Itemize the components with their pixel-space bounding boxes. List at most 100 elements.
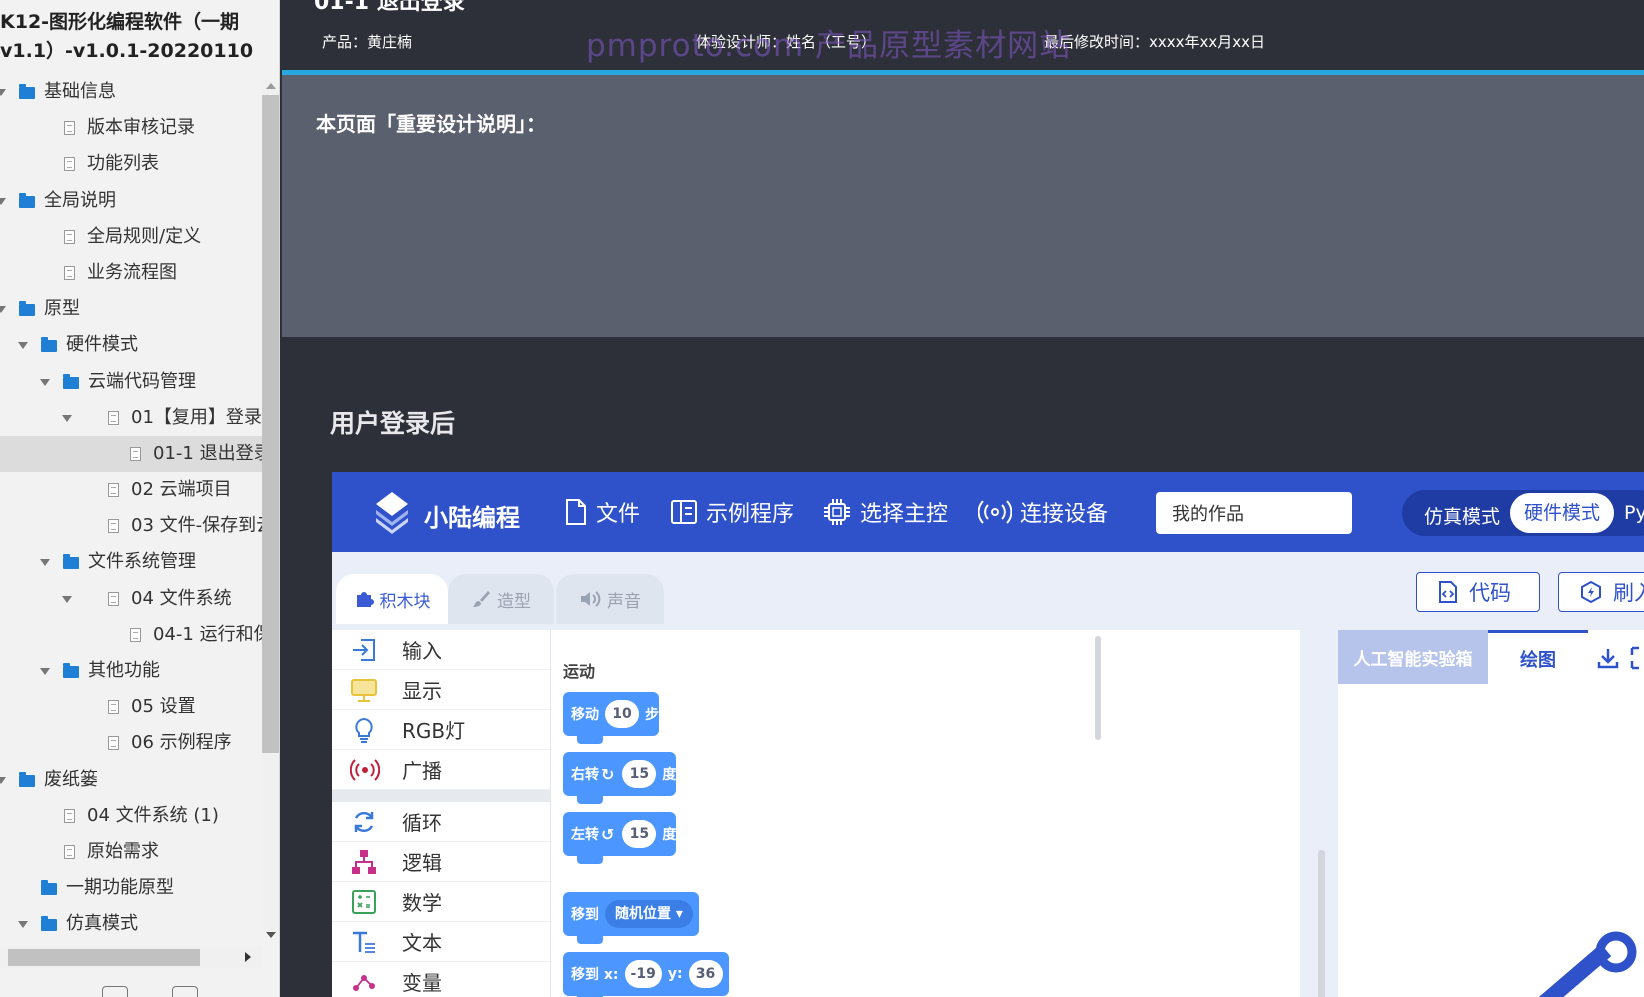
tab-blocks-label: 积木块 [379,591,431,612]
palette-scrollbar[interactable] [1095,636,1101,740]
expand-triangle-icon[interactable] [0,776,6,784]
expand-triangle-icon[interactable] [40,668,50,675]
menu-examples[interactable]: 示例程序 [670,495,794,529]
sitemap-item[interactable]: 04 文件系统 [0,581,262,617]
category-loop[interactable]: 循环 [332,802,550,842]
expand-triangle-icon[interactable] [40,559,50,567]
tab-blocks[interactable]: 积木块 [336,574,448,624]
tab-costume[interactable]: 造型 [448,574,554,624]
category-text[interactable]: 文本 [332,922,550,962]
block-turn-left-value[interactable]: 15 [622,820,657,848]
sitemap-item[interactable]: 功能列表 [0,146,262,182]
menu-file[interactable]: 文件 [564,495,640,529]
category-math[interactable]: 数学 [332,882,550,922]
sitemap-item[interactable]: 原型 [0,291,262,327]
sitemap-item[interactable]: 仿真模式 [0,906,262,942]
expand-triangle-icon[interactable] [18,342,28,350]
mode-simulation[interactable]: 仿真模式 [1424,502,1500,529]
expand-triangle-icon[interactable] [0,306,6,314]
mode-python[interactable]: Pyt [1624,502,1644,524]
tab-sound[interactable]: 声音 [556,574,664,624]
sitemap-item[interactable]: 原始需求 [0,834,262,870]
sitemap-item-label: 一期功能原型 [66,877,174,899]
sitemap-item[interactable]: 03 文件-保存到云 [0,508,274,544]
sitemap-item[interactable]: 04-1 运行和保 [0,617,272,653]
tab-ai-lab-box[interactable]: 人工智能实验箱 [1338,630,1488,684]
block-turn-right[interactable]: 右转 ↻ 15 度 [563,752,677,804]
design-notes-panel: 本页面「重要设计说明」： [282,75,1644,337]
code-button[interactable]: 代码 [1416,572,1540,612]
block-goto-x-value[interactable]: -19 [624,960,662,988]
sitemap-item[interactable]: 06 示例程序 [0,725,262,761]
sitemap-item[interactable]: 硬件模式 [0,327,262,363]
category-math-label: 数学 [402,891,442,915]
download-icon[interactable] [1596,646,1620,670]
sitemap-item[interactable]: 02 云端项目 [0,472,262,508]
tab-sound-label: 声音 [607,591,641,612]
sitemap-item[interactable]: 文件系统管理 [0,544,262,580]
category-display[interactable]: 显示 [332,670,550,710]
expand-triangle-icon[interactable] [0,197,6,205]
sitemap-item[interactable]: 04 文件系统 (1) [0,798,262,834]
sitemap-item[interactable]: 其他功能 [0,653,262,689]
sitemap-item[interactable]: 全局规则/定义 [0,219,262,255]
expand-triangle-icon[interactable] [62,414,72,422]
sitemap-item[interactable]: 云端代码管理 [0,364,262,400]
sitemap-horizontal-scroll-thumb[interactable] [8,949,200,966]
scroll-up-arrow-icon[interactable] [266,83,276,89]
sitemap-item[interactable]: 业务流程图 [0,255,262,291]
menu-connect-device[interactable]: 连接设备 [978,495,1108,529]
sitemap-tree: 基础信息 版本审核记录 功能列表 全局说明 全局规则/定义 业务流程图 原型 硬件模式云端代码… [0,74,274,943]
page-icon [130,446,141,461]
next-page-button[interactable] [172,986,198,997]
category-text-label: 文本 [402,931,442,955]
mode-hardware[interactable]: 硬件模式 [1510,493,1614,533]
category-input[interactable]: 输入 [332,630,550,670]
sitemap-item[interactable]: 废纸篓 [0,762,262,798]
folder-icon [19,192,35,208]
menu-select-controller[interactable]: 选择主控 [822,495,948,529]
sitemap-item[interactable]: 全局说明 [0,183,262,219]
sitemap-item-label: 仿真模式 [66,913,138,935]
section-title: 用户登录后 [330,409,456,438]
page-icon [64,808,75,823]
category-rgb-light[interactable]: RGB灯 [332,710,550,750]
category-logic[interactable]: 逻辑 [332,842,550,882]
sitemap-item[interactable]: 01-1 退出登录 [0,435,272,473]
sitemap-item[interactable]: 版本审核记录 [0,110,262,146]
sitemap-title-line1: K12-图形化编程软件（一期 [0,11,240,33]
block-goto-xy[interactable]: 移到 x: -19 y: 36 [563,952,729,997]
tab-draw[interactable]: 绘图 [1488,630,1588,684]
app-name: 小陆编程 [424,504,520,532]
block-turn-left[interactable]: 左转 ↺ 15 度 [563,812,677,864]
fullscreen-icon[interactable] [1630,646,1644,670]
sitemap-item[interactable]: 一期功能原型 [0,870,262,906]
sitemap-vertical-scroll-thumb[interactable] [262,95,279,753]
block-move-steps[interactable]: 移动 10 步 [563,692,659,744]
category-broadcast[interactable]: 广播 [332,750,550,790]
block-goto-y-value[interactable]: 36 [688,960,723,988]
block-goto-dropdown[interactable]: 随机位置 ▾ [605,900,693,928]
block-goto[interactable]: 移到 随机位置 ▾ [563,892,699,944]
block-turn-right-value[interactable]: 15 [622,760,657,788]
sitemap-item[interactable]: 01【复用】登录/ [0,400,268,436]
sitemap-item[interactable]: 基础信息 [0,74,262,110]
expand-triangle-icon[interactable] [0,89,6,96]
mode-toggle[interactable]: 仿真模式 硬件模式 Pyt [1402,490,1644,536]
expand-triangle-icon[interactable] [18,921,28,929]
scroll-right-arrow-icon[interactable] [245,952,251,962]
folder-icon [63,554,79,570]
scroll-down-arrow-icon[interactable] [266,932,276,938]
flash-button[interactable]: 刷入 [1558,572,1644,612]
my-works-input[interactable] [1156,492,1352,534]
expand-triangle-icon[interactable] [40,378,50,386]
folder-icon [63,373,79,389]
sitemap-item-label: 云端代码管理 [88,370,196,392]
stage-panel: 人工智能实验箱 绘图 [1338,630,1644,997]
expand-triangle-icon[interactable] [62,595,72,603]
prev-page-button[interactable] [102,986,128,997]
sitemap-item[interactable]: 05 设置 [0,689,262,725]
block-move-value[interactable]: 10 [605,700,639,728]
category-variable[interactable]: 变量 [332,962,550,997]
workspace-scrollbar[interactable] [1318,850,1325,997]
